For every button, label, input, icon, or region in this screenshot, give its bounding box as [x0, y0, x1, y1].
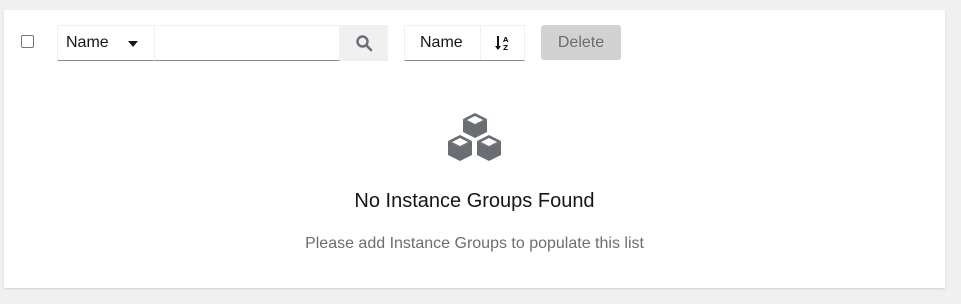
filter-type-label: Name [66, 34, 109, 51]
search-icon [356, 35, 373, 52]
sort-control: Name A Z [404, 25, 525, 61]
empty-state-body: Please add Instance Groups to populate t… [305, 235, 644, 252]
sort-field-dropdown[interactable]: Name [405, 26, 481, 60]
search-button[interactable] [340, 25, 388, 61]
filter-type-dropdown[interactable]: Name [57, 25, 155, 61]
search-filter-group: Name [57, 25, 388, 61]
sort-alpha-down-icon: A Z [494, 36, 509, 52]
cubes-icon [448, 113, 501, 161]
svg-text:Z: Z [503, 44, 508, 52]
delete-button[interactable]: Delete [541, 25, 621, 60]
empty-state-title: No Instance Groups Found [354, 190, 595, 212]
select-all-checkbox[interactable] [21, 35, 34, 48]
sort-order-button[interactable]: A Z [481, 26, 524, 60]
caret-down-icon [128, 41, 138, 47]
list-card: Name Name A Z Delete No Instance Groups … [4, 10, 945, 288]
svg-text:A: A [503, 36, 509, 44]
sort-field-label: Name [420, 34, 463, 51]
search-input[interactable] [155, 25, 340, 61]
